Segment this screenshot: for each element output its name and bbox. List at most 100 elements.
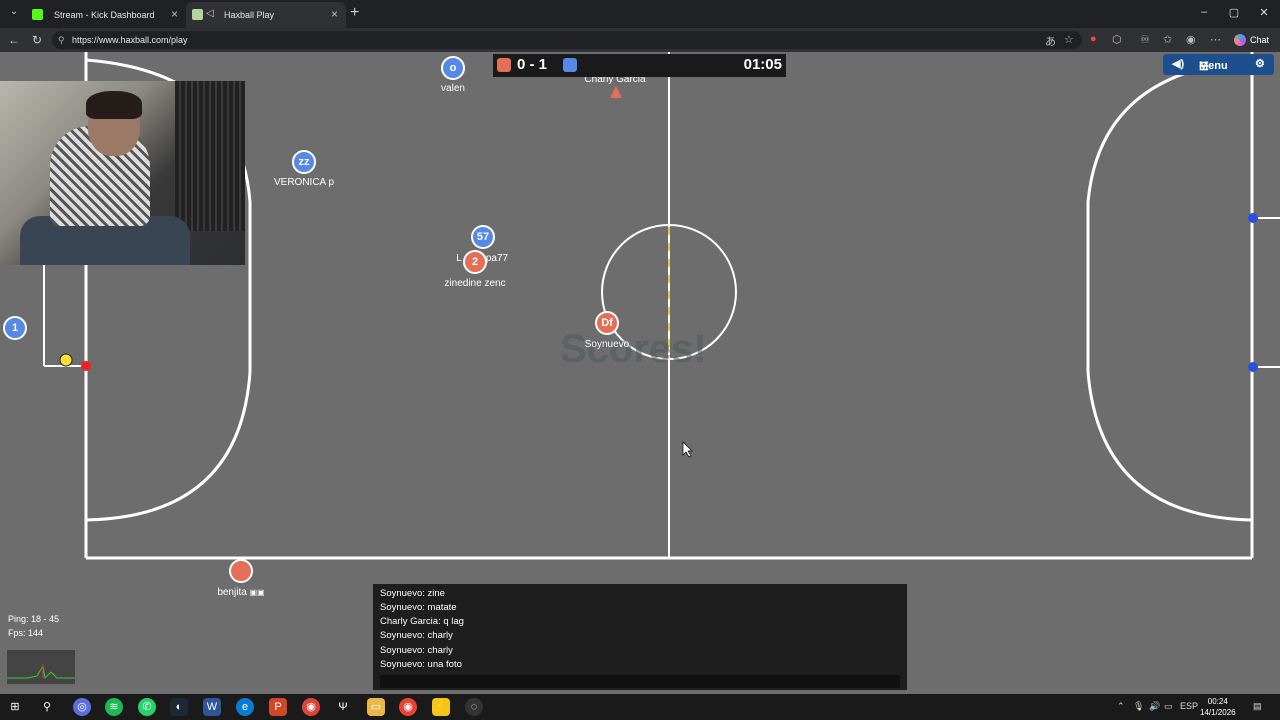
notifications-icon[interactable]: ▤: [1253, 701, 1262, 712]
url-field[interactable]: ⚲ https://www.haxball.com/play: [52, 31, 1082, 49]
player-name: valen: [441, 83, 465, 94]
flag-icon: ▣▣: [249, 588, 265, 597]
player-disc: Df: [595, 311, 619, 335]
copilot-icon: [1234, 34, 1246, 46]
taskbar: ⊞ ⚲ ◎ ≋ ✆ ◐ W e P ◉ Ψ ▭ ◉ ⚡ ◌ ⌃ 🎙 🔊 ▭ ES…: [0, 694, 1280, 720]
translate-icon[interactable]: あ: [1045, 33, 1056, 49]
more-options-icon[interactable]: ⋯: [1210, 33, 1221, 46]
url-text: https://www.haxball.com/play: [72, 35, 188, 45]
game-view: Scores! o valen zz VERONICA p 57 L pa77 …: [0, 52, 1280, 694]
chat-message: Soynuevo: una foto: [380, 659, 462, 670]
spotify-icon[interactable]: ≋: [105, 698, 123, 716]
chat-input[interactable]: [380, 675, 900, 688]
profile-icon[interactable]: ◉: [1186, 33, 1196, 46]
chat-message: Soynuevo: charly: [380, 645, 453, 656]
tab-title: Haxball Play: [224, 10, 275, 20]
obs-icon[interactable]: ◌: [465, 698, 483, 716]
star-icon[interactable]: ☆: [1064, 33, 1074, 46]
close-tab-icon[interactable]: ×: [171, 7, 178, 21]
search-icon[interactable]: ⚲: [38, 698, 56, 716]
site-info-icon[interactable]: ⚲: [58, 31, 65, 49]
player-disc: [229, 559, 253, 583]
tab-kick-dashboard[interactable]: Stream - Kick Dashboard ×: [22, 2, 186, 28]
maximize-icon[interactable]: ▢: [1224, 6, 1244, 19]
red-team-icon: [497, 58, 511, 72]
scores-watermark: Scores!: [560, 327, 707, 371]
tab-search-icon[interactable]: ⌄: [6, 6, 22, 22]
settings-icon[interactable]: ⚙: [1255, 57, 1265, 70]
edge-icon[interactable]: e: [236, 698, 254, 716]
back-icon[interactable]: ←: [8, 33, 20, 47]
tray-expand-icon[interactable]: ⌃: [1117, 701, 1125, 712]
tab-title: Stream - Kick Dashboard: [54, 10, 155, 20]
powerpoint-icon[interactable]: P: [269, 698, 287, 716]
player-name: zinedine zenc: [444, 278, 506, 289]
haxball-icon: [192, 9, 203, 20]
network-stats: Ping: 18 - 45 Fps: 144: [8, 612, 59, 640]
chat-label: Chat: [1250, 35, 1270, 45]
app-icon[interactable]: Ψ: [334, 698, 352, 716]
player-disc: zz: [292, 150, 316, 174]
whatsapp-icon[interactable]: ✆: [138, 698, 156, 716]
tab-haxball-play[interactable]: ◁ Haxball Play ×: [186, 2, 346, 28]
language-indicator[interactable]: ESP: [1180, 701, 1198, 711]
sound-icon[interactable]: ◀): [1172, 57, 1184, 70]
browser-tab-bar: ⌄ Stream - Kick Dashboard × ◁ Haxball Pl…: [0, 0, 1280, 28]
ball: [59, 353, 73, 367]
minimize-icon[interactable]: –: [1194, 6, 1214, 18]
player-name: pa77: [485, 253, 509, 264]
clock-date: 14/1/2026: [1200, 708, 1236, 717]
chat-message: Soynuevo: matate: [380, 602, 457, 613]
windows-start-icon[interactable]: ⊞: [6, 698, 24, 716]
chat-message: Charly Garcia: q lag: [380, 616, 464, 627]
file-explorer-icon[interactable]: ▭: [367, 698, 385, 716]
close-tab-icon[interactable]: ×: [331, 7, 338, 21]
fps-text: Fps: 144: [8, 628, 44, 638]
system-clock[interactable]: 00:24 14/1/2026: [1200, 696, 1236, 718]
address-bar: ← ↻ ⚲ https://www.haxball.com/play あ ☆ ●…: [0, 28, 1280, 52]
player-disc: 2: [463, 250, 487, 274]
extension-icon[interactable]: ●: [1090, 33, 1097, 45]
webcam-background: [175, 81, 245, 231]
webcam-figure-hair: [86, 91, 142, 119]
app-icon[interactable]: ⚡: [432, 698, 450, 716]
player-disc: o: [441, 56, 465, 80]
chrome-icon[interactable]: ◉: [302, 698, 320, 716]
right-goal-post-top: [1248, 213, 1258, 223]
left-goal-post: [81, 361, 91, 371]
performance-icon[interactable]: ♾: [1140, 33, 1150, 46]
player-disc: 1: [3, 316, 27, 340]
extensions-icon[interactable]: ⬡: [1112, 33, 1122, 46]
favorites-icon[interactable]: ✩: [1163, 33, 1172, 46]
game-top-controls: ◀) ☰ Menu ⚙: [1163, 54, 1274, 75]
muted-speaker-icon[interactable]: ◁: [206, 8, 214, 19]
clock-time: 00:24: [1207, 697, 1228, 706]
right-goal-post-bottom: [1248, 362, 1258, 372]
player-name: L: [456, 253, 462, 264]
copilot-chat-button[interactable]: Chat: [1232, 31, 1269, 49]
player-name: Soynuevo: [584, 339, 630, 350]
score: 0 - 1: [517, 56, 548, 73]
new-tab-icon[interactable]: +: [350, 4, 359, 22]
volume-icon[interactable]: 🔊: [1149, 701, 1160, 712]
blue-team-icon: [563, 58, 577, 72]
ping-text: Ping: 18 - 45: [8, 614, 60, 624]
reload-icon[interactable]: ↻: [32, 33, 42, 47]
steam-icon[interactable]: ◐: [170, 698, 188, 716]
chat-message: Soynuevo: charly: [380, 630, 453, 641]
game-chat: Soynuevo: zine Soynuevo: matate Charly G…: [373, 584, 907, 690]
player-name: benjita ▣▣: [217, 587, 265, 598]
chat-message: Soynuevo: zine: [380, 588, 445, 599]
kick-icon: [32, 9, 43, 20]
player-name: VERONICA p: [273, 177, 335, 188]
network-icon[interactable]: ▭: [1164, 701, 1173, 712]
close-window-icon[interactable]: ✕: [1254, 6, 1274, 19]
scoreboard: 0 - 1 01:05: [493, 54, 786, 77]
word-icon[interactable]: W: [203, 698, 221, 716]
discord-icon[interactable]: ◎: [73, 698, 91, 716]
chrome-icon[interactable]: ◉: [399, 698, 417, 716]
match-timer: 01:05: [743, 56, 782, 73]
player-disc: 57: [471, 225, 495, 249]
fps-graph: [7, 650, 75, 684]
microphone-icon[interactable]: 🎙: [1133, 701, 1144, 712]
